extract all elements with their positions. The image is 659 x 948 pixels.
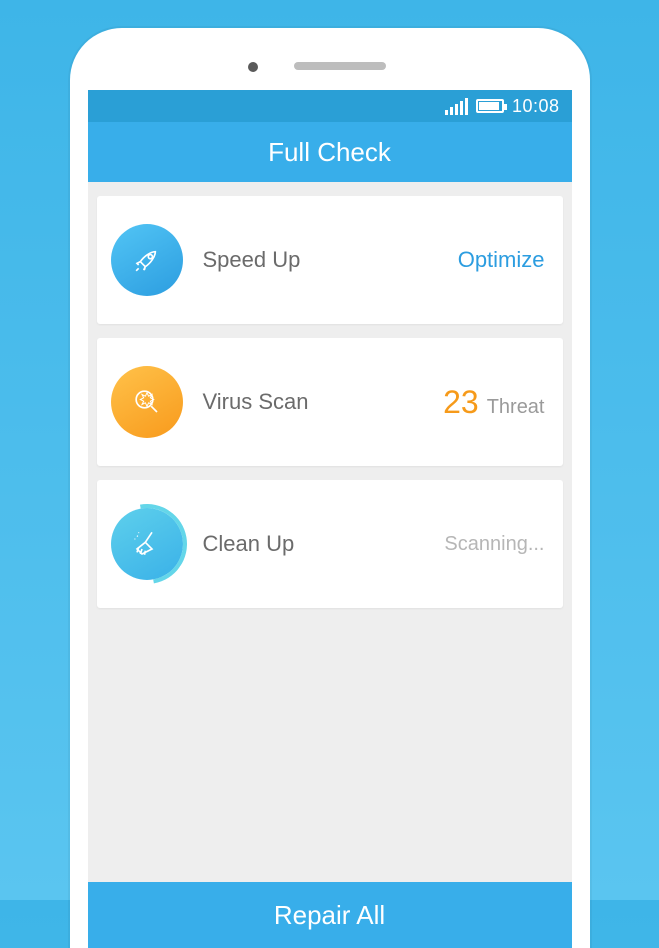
clock: 10:08 xyxy=(512,96,560,117)
scan-icon xyxy=(111,366,183,438)
phone-frame: 10:08 Full Check Speed Up Optimize xyxy=(70,28,590,948)
threat-number: 23 xyxy=(443,384,479,421)
card-title: Clean Up xyxy=(203,531,445,557)
card-cleanup[interactable]: Clean Up Scanning... xyxy=(97,480,563,608)
card-title: Speed Up xyxy=(203,247,458,273)
repair-all-button[interactable]: Repair All xyxy=(88,882,572,948)
status-bar: 10:08 xyxy=(88,90,572,122)
phone-bezel-top xyxy=(70,28,590,90)
page-title: Full Check xyxy=(268,137,391,168)
content: Speed Up Optimize Virus Scan 23 Threat xyxy=(88,182,572,608)
card-virus-scan[interactable]: Virus Scan 23 Threat xyxy=(97,338,563,466)
scanning-status: Scanning... xyxy=(444,533,544,556)
screen: 10:08 Full Check Speed Up Optimize xyxy=(88,90,572,948)
threat-label: Threat xyxy=(487,396,545,419)
repair-all-label: Repair All xyxy=(274,900,385,931)
broom-icon xyxy=(111,508,183,580)
speaker-slot xyxy=(294,62,386,70)
signal-icon xyxy=(445,98,468,115)
app-header: Full Check xyxy=(88,122,572,182)
card-speedup[interactable]: Speed Up Optimize xyxy=(97,196,563,324)
card-title: Virus Scan xyxy=(203,389,444,415)
camera-dot xyxy=(248,62,258,72)
optimize-link[interactable]: Optimize xyxy=(458,247,545,273)
rocket-icon xyxy=(111,224,183,296)
threat-count: 23 Threat xyxy=(443,384,544,421)
battery-icon xyxy=(476,99,504,113)
